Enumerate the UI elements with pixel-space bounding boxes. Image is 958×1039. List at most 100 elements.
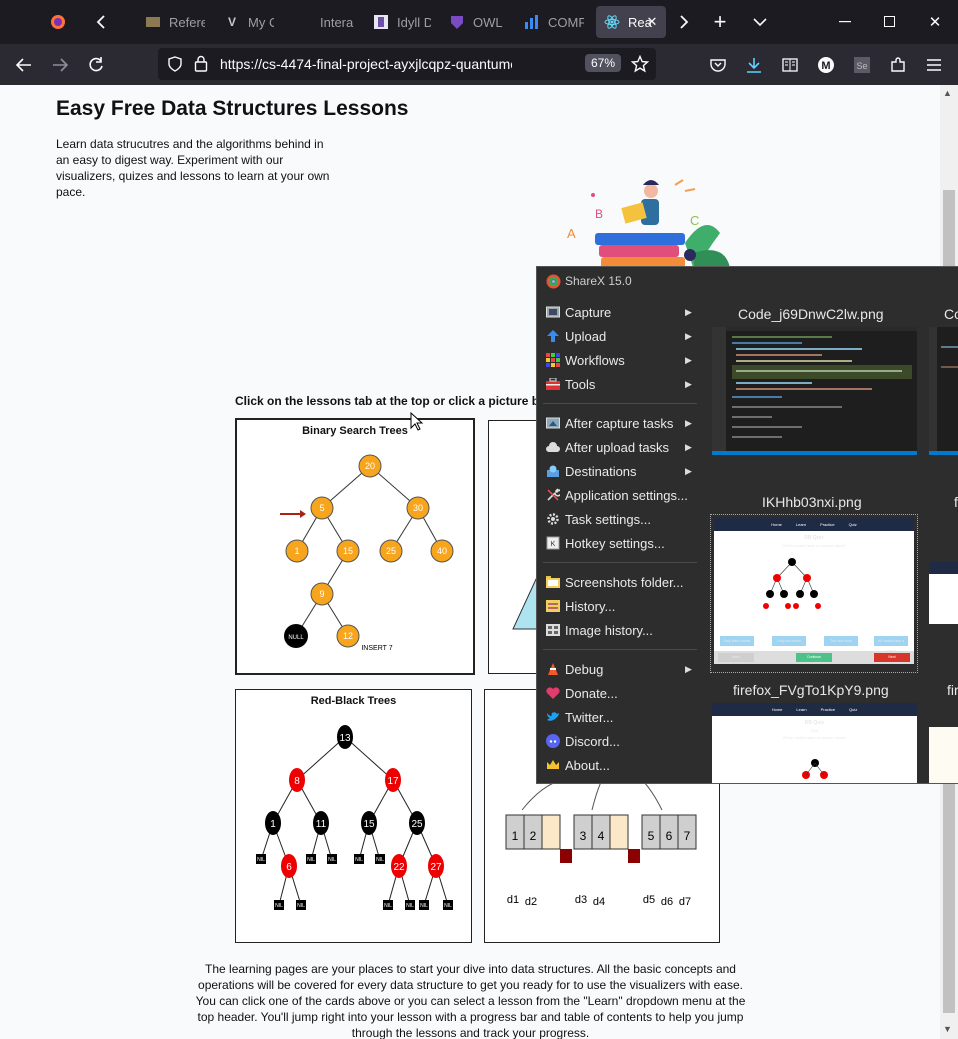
svg-text:C: C <box>690 213 699 228</box>
forward-arrow-icon[interactable] <box>50 55 70 75</box>
rb-nil-leaf: NIL <box>275 903 283 909</box>
rb-node: 25 <box>411 819 423 830</box>
thumbnail-filename-partial: fir <box>947 682 958 698</box>
bookmark-star-icon[interactable] <box>630 54 650 78</box>
tab-close-icon[interactable]: ✕ <box>644 14 660 30</box>
sharex-menu-item-tools[interactable]: Tools ▶ <box>537 372 703 396</box>
sharex-menu-item-after-upload-tasks[interactable]: After upload tasks ▶ <box>537 435 703 459</box>
scroll-up-arrow-icon[interactable]: ▲ <box>943 88 952 98</box>
quiz-nav-item: Practice <box>820 522 835 527</box>
after-capture-icon <box>546 416 560 430</box>
sharex-menu-item-upload[interactable]: Upload ▶ <box>537 324 703 348</box>
sharex-menu-item-after-capture-tasks[interactable]: After capture tasks ▶ <box>537 411 703 435</box>
tracking-protection-shield-icon[interactable] <box>168 56 182 77</box>
btree-key: 1 <box>512 829 519 843</box>
sharex-menu-item-discord[interactable]: Discord... <box>537 729 703 753</box>
sharex-menu-item-application-settings[interactable]: Application settings... <box>537 483 703 507</box>
rb-nil-leaf: NIL <box>406 903 414 909</box>
tab-firefox[interactable] <box>50 6 72 38</box>
sharex-menu-item-screenshots-folder[interactable]: Screenshots folder... <box>537 570 703 594</box>
rb-nil-leaf: NIL <box>307 857 315 863</box>
new-tab-plus-icon[interactable]: + <box>708 9 732 34</box>
btree-leaf-pointer: d5 <box>643 894 655 906</box>
tab-comp[interactable]: COMP <box>524 6 584 38</box>
svg-text:B: B <box>595 207 603 221</box>
quiz-answer-button: Only red nodes <box>772 636 806 646</box>
extensions-puzzle-icon[interactable] <box>888 55 908 75</box>
sharex-menu-item-label: After capture tasks <box>565 415 674 431</box>
rb-node: 8 <box>294 776 300 787</box>
bst-node: 9 <box>319 589 324 599</box>
sharex-menu-item-donate[interactable]: Donate... <box>537 681 703 705</box>
url-text[interactable]: https://cs-4474-final-project-ayxjlcqpz-… <box>220 56 512 72</box>
sharex-menu-item-label: After upload tasks <box>565 439 670 455</box>
sharex-menu-item-label: Screenshots folder... <box>565 574 684 590</box>
thumbnail-partial-right[interactable] <box>929 327 958 455</box>
submenu-arrow-icon: ▶ <box>685 330 692 341</box>
tab-my-classes[interactable]: V My Cl <box>224 6 274 38</box>
quiz-next-button: Next <box>874 653 910 662</box>
sharex-menu-item-twitter[interactable]: Twitter... <box>537 705 703 729</box>
crown-icon <box>546 758 560 772</box>
tab-scroll-left-button[interactable] <box>90 10 112 34</box>
extension-se-icon[interactable]: Se <box>852 55 872 75</box>
sharex-menu-item-workflows[interactable]: Workflows ▶ <box>537 348 703 372</box>
rb-nil-leaf: NIL <box>420 903 428 909</box>
rb-node: 17 <box>387 776 399 787</box>
hamburger-menu-icon[interactable] <box>924 55 944 75</box>
sharex-menu-window: ShareX 15.0 Capture ▶ Upload ▶ Workflows ▶ Too… <box>536 266 958 784</box>
svg-text:Se: Se <box>856 61 867 71</box>
tab-reference[interactable]: Referen <box>145 6 205 38</box>
rb-nil-leaf: NIL <box>257 857 265 863</box>
sharex-menu-item-label: Donate... <box>565 685 618 701</box>
thumbnail-code-screenshot[interactable] <box>712 327 917 455</box>
reader-view-icon[interactable] <box>780 55 800 75</box>
pocket-icon[interactable] <box>708 55 728 75</box>
quiz-tree-preview <box>763 558 821 609</box>
sharex-menu-item-capture[interactable]: Capture ▶ <box>537 300 703 324</box>
window-close-icon[interactable]: ✕ <box>925 12 945 32</box>
minimize-icon[interactable] <box>835 12 855 32</box>
sharex-menu-item-label: Application settings... <box>565 487 688 503</box>
rb-nil-leaf: NIL <box>355 857 363 863</box>
sharex-menu-item-hotkey-settings[interactable]: K Hotkey settings... <box>537 531 703 555</box>
quiz-answer-button: Only black nodes <box>720 636 754 646</box>
tab-label: COMP <box>548 14 584 30</box>
binary-search-trees-card[interactable]: Binary Search Trees 20 5 30 1 15 25 40 9… <box>235 418 475 675</box>
tab-owl[interactable]: OWL <box>449 6 504 38</box>
rb-nil-leaf: NIL <box>384 903 392 909</box>
sharex-menu-item-task-settings[interactable]: Task settings... <box>537 507 703 531</box>
tab-idyll[interactable]: Idyll D <box>373 6 431 38</box>
tab-interactive[interactable]: Intera <box>296 6 356 38</box>
capture-icon <box>546 305 560 319</box>
sharex-menu-item-image-history[interactable]: Image history... <box>537 618 703 642</box>
sharex-menu-item-destinations[interactable]: Destinations ▶ <box>537 459 703 483</box>
thumbnail-partial-right[interactable] <box>929 727 958 783</box>
thumbnail-partial-right[interactable] <box>929 517 958 667</box>
red-black-trees-card[interactable]: Red-Black Trees 13 8 17 1 11 15 25 6 22 … <box>235 689 472 943</box>
sharex-menu-item-debug[interactable]: Debug ▶ <box>537 657 703 681</box>
submenu-arrow-icon: ▶ <box>685 663 692 674</box>
sharex-menu-item-label: Workflows <box>565 352 625 368</box>
sharex-menu-item-label: Task settings... <box>565 511 651 527</box>
downloads-icon[interactable] <box>744 55 764 75</box>
back-arrow-icon[interactable] <box>14 55 34 75</box>
scroll-down-arrow-icon[interactable]: ▼ <box>943 1024 952 1034</box>
url-bar[interactable]: https://cs-4474-final-project-ayxjlcqpz-… <box>158 48 656 80</box>
thumbnail-rb-quiz-selected[interactable]: Home Learn Practice Quiz RB Quiz Which n… <box>710 514 918 673</box>
sharex-menu-item-history[interactable]: History... <box>537 594 703 618</box>
tab-scroll-right-button[interactable] <box>674 10 694 34</box>
maximize-icon[interactable] <box>880 12 900 32</box>
reload-icon[interactable] <box>86 55 106 75</box>
quiz-title: RB Quiz <box>804 535 824 541</box>
bar-chart-icon <box>524 14 540 30</box>
thumbnail-firefox-screenshot[interactable]: Home Learn Practice Quiz RB Quiz True Wh… <box>712 703 917 783</box>
account-m-icon[interactable]: M <box>816 55 836 75</box>
zoom-level-badge[interactable]: 67% <box>585 54 622 72</box>
list-all-tabs-chevron-down-icon[interactable] <box>750 10 770 34</box>
sharex-menu-item-about[interactable]: About... <box>537 753 703 777</box>
lock-icon[interactable] <box>194 55 208 77</box>
menu-separator <box>543 403 697 404</box>
bst-node: 25 <box>386 546 396 556</box>
btree-leaf-pointer: d7 <box>679 896 691 908</box>
